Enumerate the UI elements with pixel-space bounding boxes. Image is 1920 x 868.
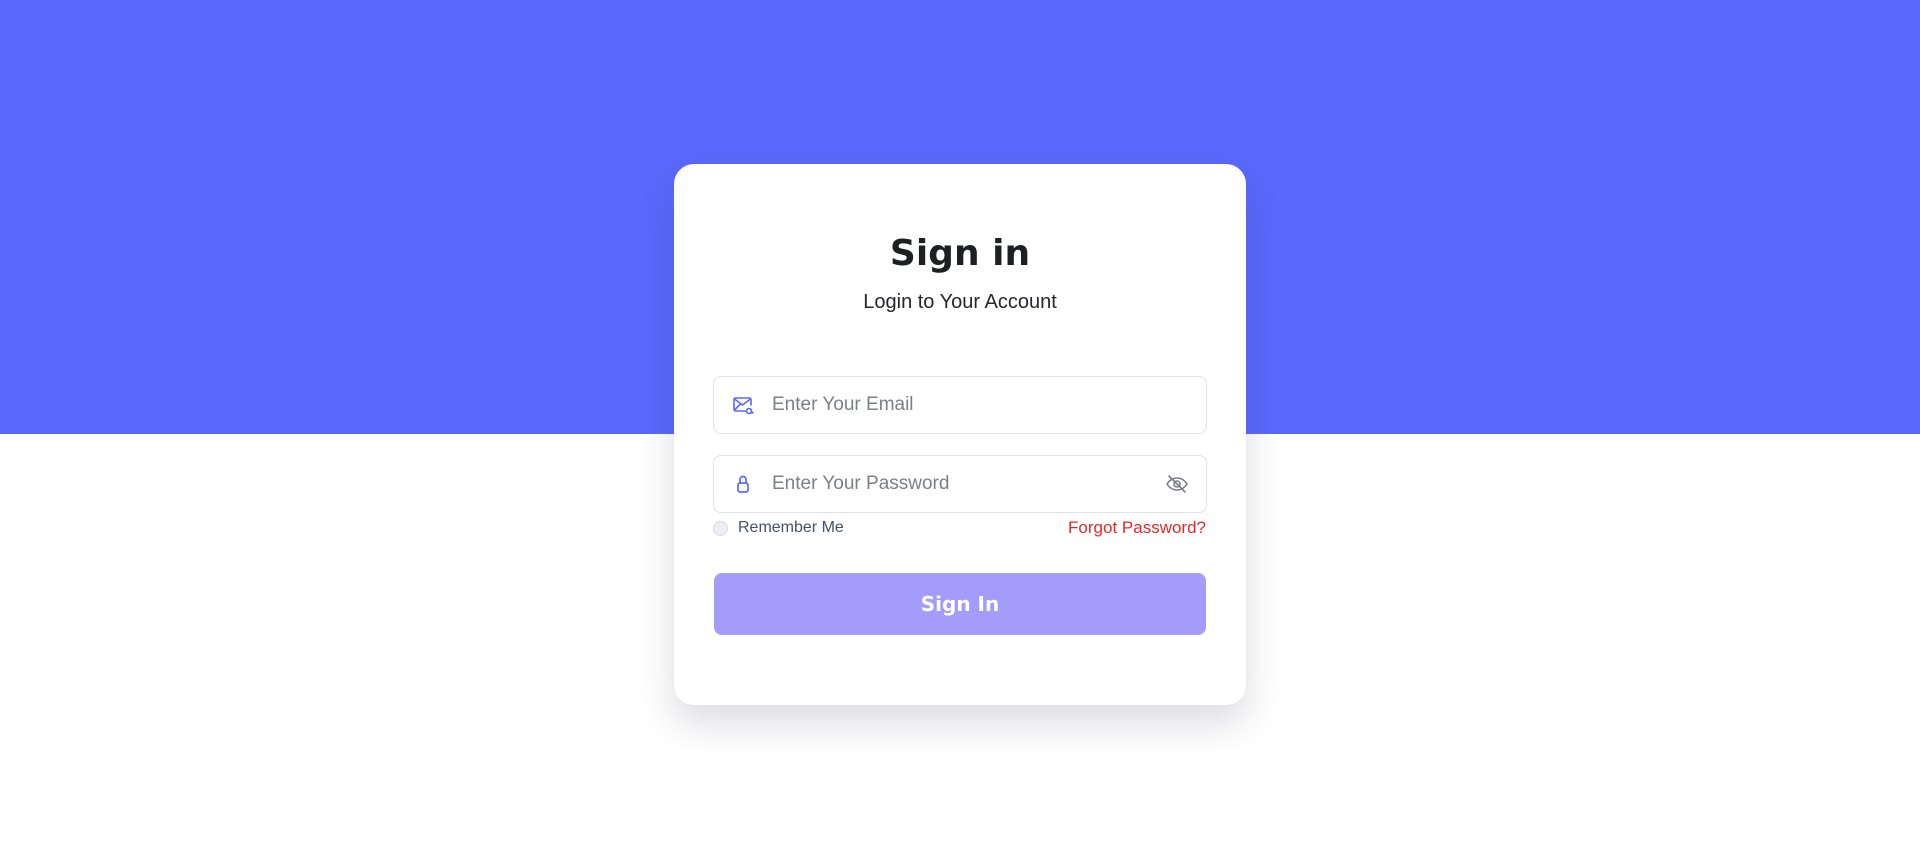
signin-page: Sign in Login to Your Account Enter Your… bbox=[0, 0, 1920, 868]
remember-me[interactable]: Remember Me bbox=[713, 518, 844, 538]
page-title: Sign in bbox=[889, 233, 1031, 274]
password-field-container bbox=[713, 455, 1207, 513]
email-icon bbox=[732, 394, 754, 416]
remember-me-label: Remember Me bbox=[738, 519, 844, 536]
forgot-password-link[interactable]: Forgot Password? bbox=[1068, 518, 1206, 538]
page-subtitle: Login to Your Account bbox=[863, 291, 1057, 313]
email-field-container bbox=[713, 376, 1207, 434]
remember-me-radio[interactable] bbox=[713, 520, 728, 536]
password-input[interactable] bbox=[772, 456, 1162, 512]
eye-off-icon[interactable] bbox=[1165, 473, 1189, 495]
sign-in-button[interactable]: Sign In bbox=[714, 573, 1206, 635]
lock-icon bbox=[732, 473, 754, 495]
email-input[interactable] bbox=[772, 377, 1162, 433]
